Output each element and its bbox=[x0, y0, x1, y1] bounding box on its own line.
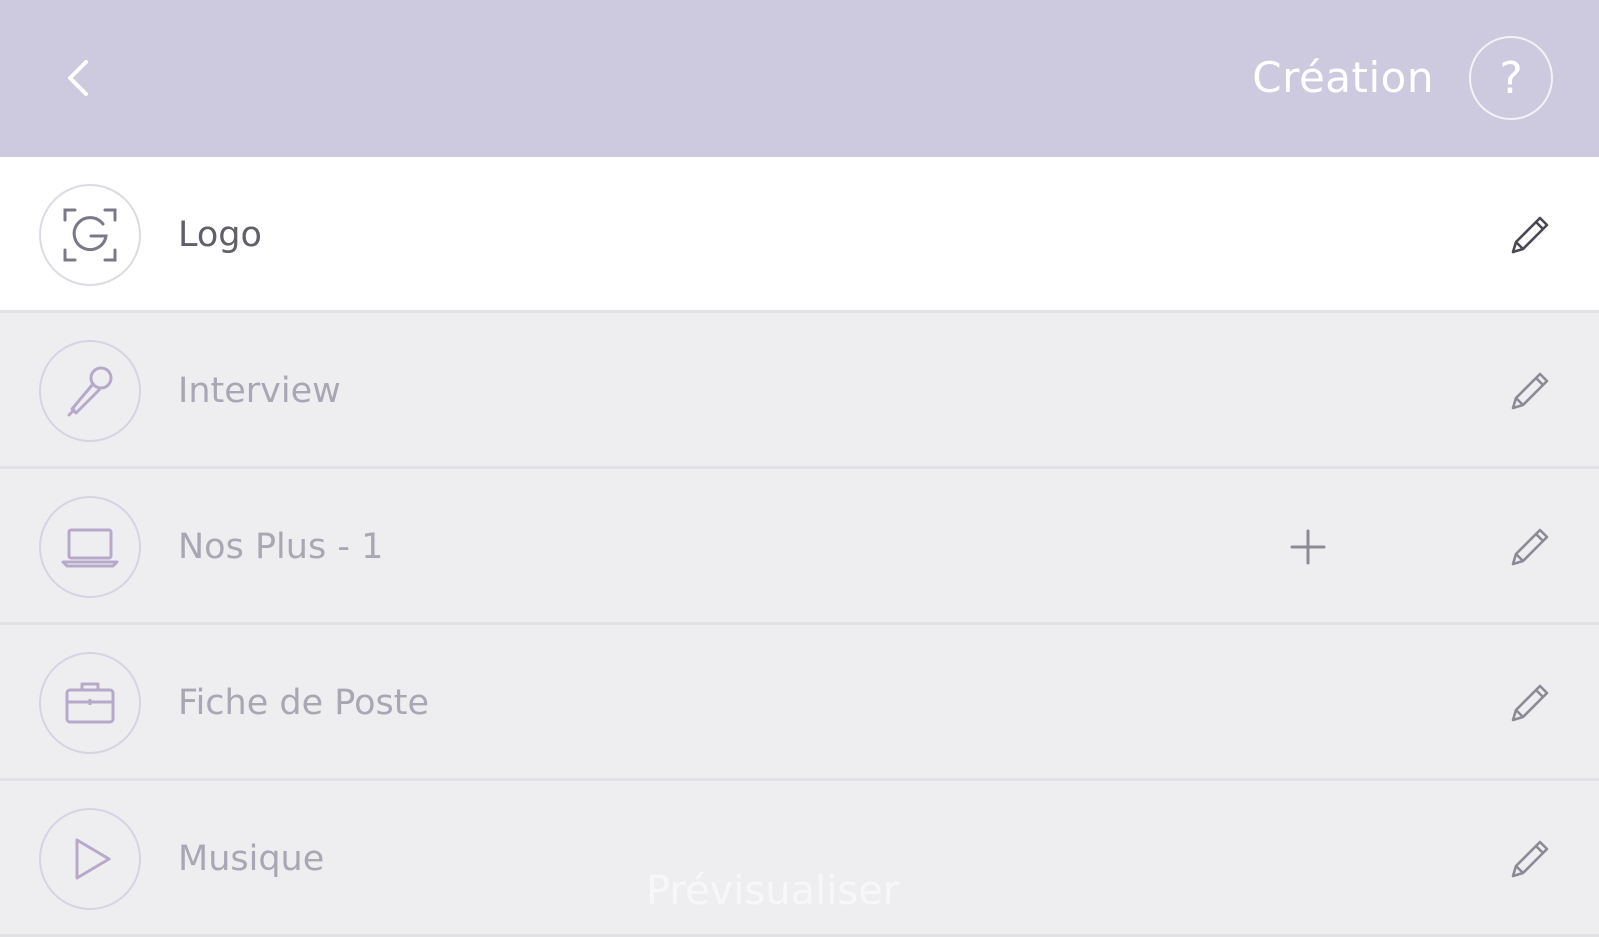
edit-button[interactable] bbox=[1506, 367, 1554, 415]
edit-button[interactable] bbox=[1506, 523, 1554, 571]
pencil-icon bbox=[1511, 840, 1549, 878]
pencil-icon bbox=[1511, 216, 1549, 254]
list-item-label: Interview bbox=[178, 371, 341, 411]
section-list: Logo Interview Nos Plus - 1 Fiche de Pos… bbox=[0, 157, 1599, 937]
list-item-logo[interactable]: Logo bbox=[0, 157, 1599, 313]
list-item-label: Nos Plus - 1 bbox=[178, 527, 384, 567]
back-button[interactable] bbox=[54, 50, 102, 106]
list-item-label: Logo bbox=[178, 215, 262, 255]
edit-button[interactable] bbox=[1506, 835, 1554, 883]
plus-icon bbox=[1290, 529, 1326, 565]
briefcase-icon bbox=[65, 682, 115, 724]
list-item-interview[interactable]: Interview bbox=[0, 313, 1599, 469]
logo-icon bbox=[63, 208, 117, 262]
edit-button[interactable] bbox=[1506, 679, 1554, 727]
laptop-icon bbox=[61, 528, 119, 568]
help-button[interactable]: ? bbox=[1469, 36, 1553, 120]
app-header: Création ? bbox=[0, 0, 1599, 157]
list-item-musique[interactable]: Musique bbox=[0, 781, 1599, 937]
list-item-nos-plus[interactable]: Nos Plus - 1 bbox=[0, 469, 1599, 625]
laptop-icon-badge bbox=[39, 496, 141, 598]
edit-button[interactable] bbox=[1506, 211, 1554, 259]
list-item-fiche-de-poste[interactable]: Fiche de Poste bbox=[0, 625, 1599, 781]
pencil-icon bbox=[1511, 684, 1549, 722]
pencil-icon bbox=[1511, 372, 1549, 410]
list-item-label: Fiche de Poste bbox=[178, 683, 430, 723]
list-item-label: Musique bbox=[178, 839, 325, 879]
play-icon-badge bbox=[39, 808, 141, 910]
add-button[interactable] bbox=[1284, 523, 1332, 571]
briefcase-icon-badge bbox=[39, 652, 141, 754]
microphone-icon-badge bbox=[39, 340, 141, 442]
logo-icon-badge bbox=[39, 184, 141, 286]
play-icon bbox=[75, 838, 111, 880]
chevron-left-icon bbox=[68, 60, 88, 96]
microphone-icon bbox=[67, 366, 113, 417]
help-icon: ? bbox=[1499, 52, 1523, 104]
page-title: Création bbox=[1252, 53, 1434, 102]
pencil-icon bbox=[1511, 528, 1549, 566]
